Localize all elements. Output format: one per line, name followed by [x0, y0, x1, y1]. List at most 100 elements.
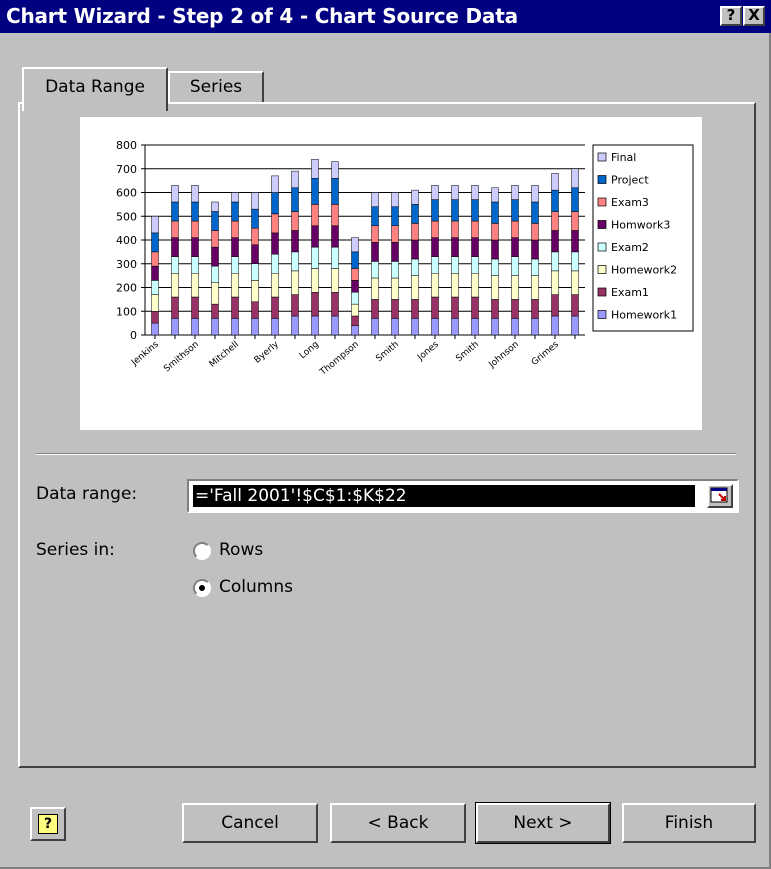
data-range-label: Data range: [36, 484, 138, 504]
help-button[interactable]: ? [30, 807, 66, 841]
bar-segment [171, 318, 179, 336]
help-icon[interactable]: ? [720, 6, 742, 26]
tab-data-range[interactable]: Data Range [22, 67, 168, 111]
bar-segment [291, 315, 299, 336]
bar-segment [231, 220, 239, 238]
y-tick-label: 600 [116, 187, 137, 200]
help-icon: ? [38, 814, 58, 834]
tab-series[interactable]: Series [168, 71, 264, 103]
bar-segment [371, 206, 379, 226]
bar-segment [451, 199, 459, 222]
bar-segment [491, 299, 499, 319]
bar-segment [331, 178, 339, 205]
bar-segment [291, 270, 299, 295]
bar-segment [431, 256, 439, 274]
legend-swatch [597, 220, 607, 229]
bar-segment [551, 173, 559, 191]
finish-button[interactable]: Finish [622, 803, 756, 843]
bar-segment [331, 315, 339, 336]
bar-segment [191, 256, 199, 274]
chart-preview: 0 100 200 300 400 500 600 700 800 Jenkins Smithson… [80, 117, 702, 430]
chart-wizard-dialog: Chart Wizard - Step 2 of 4 - Chart Sourc… [0, 0, 771, 869]
bar-segment [211, 211, 219, 231]
bar-segment [371, 225, 379, 243]
bar-segment [371, 318, 379, 336]
bar-segment [331, 161, 339, 179]
bar-segment [571, 168, 579, 188]
data-range-field[interactable] [187, 479, 739, 513]
bar-segment [151, 265, 159, 281]
x-tick-label: Smith [454, 340, 481, 365]
close-icon[interactable]: X [743, 6, 765, 26]
legend-swatch [597, 197, 607, 207]
bar-segment [431, 273, 439, 298]
bar-segment [351, 280, 359, 293]
cancel-button[interactable]: Cancel [182, 803, 318, 843]
bar-segment [571, 211, 579, 231]
bar-segment [531, 275, 539, 300]
bar-segment [291, 251, 299, 272]
x-tick-label: Thompson [318, 340, 361, 379]
bar-segment [251, 244, 259, 264]
bar-segment [511, 199, 519, 222]
bar-segment [191, 318, 199, 336]
bar-segment [491, 318, 499, 336]
bar-segment [531, 258, 539, 276]
bar-segment [271, 318, 279, 336]
bar-segment [571, 294, 579, 317]
bar-segment [151, 280, 159, 295]
bar-segment [351, 251, 359, 269]
bar-segment [151, 251, 159, 267]
next-button[interactable]: Next > [475, 802, 611, 844]
bar-segment [511, 299, 519, 319]
radio-rows-button[interactable] [193, 542, 211, 560]
bar-segment [191, 296, 199, 319]
title-bar[interactable]: Chart Wizard - Step 2 of 4 - Chart Sourc… [0, 0, 771, 33]
bar-segment [211, 282, 219, 305]
bar-segment [451, 185, 459, 200]
data-range-input[interactable] [193, 485, 695, 507]
back-button[interactable]: < Back [330, 803, 466, 843]
bar-segment [431, 220, 439, 238]
bar-segment [551, 294, 559, 317]
bar-segment [311, 246, 319, 269]
bar-segment [291, 294, 299, 317]
bar-segment [271, 175, 279, 193]
x-tick-label: Byerly [253, 339, 282, 365]
radio-columns-button[interactable] [193, 579, 211, 597]
bar-segment [191, 273, 199, 298]
bar-segment [291, 211, 299, 231]
bar-segment [491, 201, 499, 224]
radio-rows-label[interactable]: Rows [219, 540, 263, 560]
legend-swatch [597, 175, 607, 184]
bar-segment [251, 280, 259, 302]
bar-segment [511, 318, 519, 336]
bar-segment [551, 251, 559, 272]
bar-segment [411, 239, 419, 260]
bar-segment [231, 273, 239, 298]
bar-segment [491, 275, 499, 300]
bar-segment [291, 187, 299, 212]
bar-segment [431, 185, 439, 200]
bar-segment [311, 268, 319, 293]
bar-segment [411, 318, 419, 336]
bar-segment [171, 273, 179, 298]
bar-segment [331, 292, 339, 317]
bar-segment [551, 270, 559, 295]
legend-label: Exam3 [611, 196, 649, 209]
bar-segment [531, 185, 539, 203]
bar-segment [531, 201, 539, 224]
bar-segment [551, 230, 559, 253]
bar-segment [411, 299, 419, 319]
bar-segment [271, 213, 279, 234]
bar-segment [551, 189, 559, 212]
legend-swatch [597, 310, 607, 319]
radio-columns-label[interactable]: Columns [219, 577, 293, 597]
x-tick-label: Smith [374, 340, 401, 365]
legend-swatch [597, 242, 607, 252]
bar-segment [211, 246, 219, 267]
bar-segment [511, 220, 519, 238]
collapse-dialog-icon[interactable] [707, 484, 733, 508]
bar-segment [471, 199, 479, 222]
y-tick-label: 500 [116, 210, 137, 223]
